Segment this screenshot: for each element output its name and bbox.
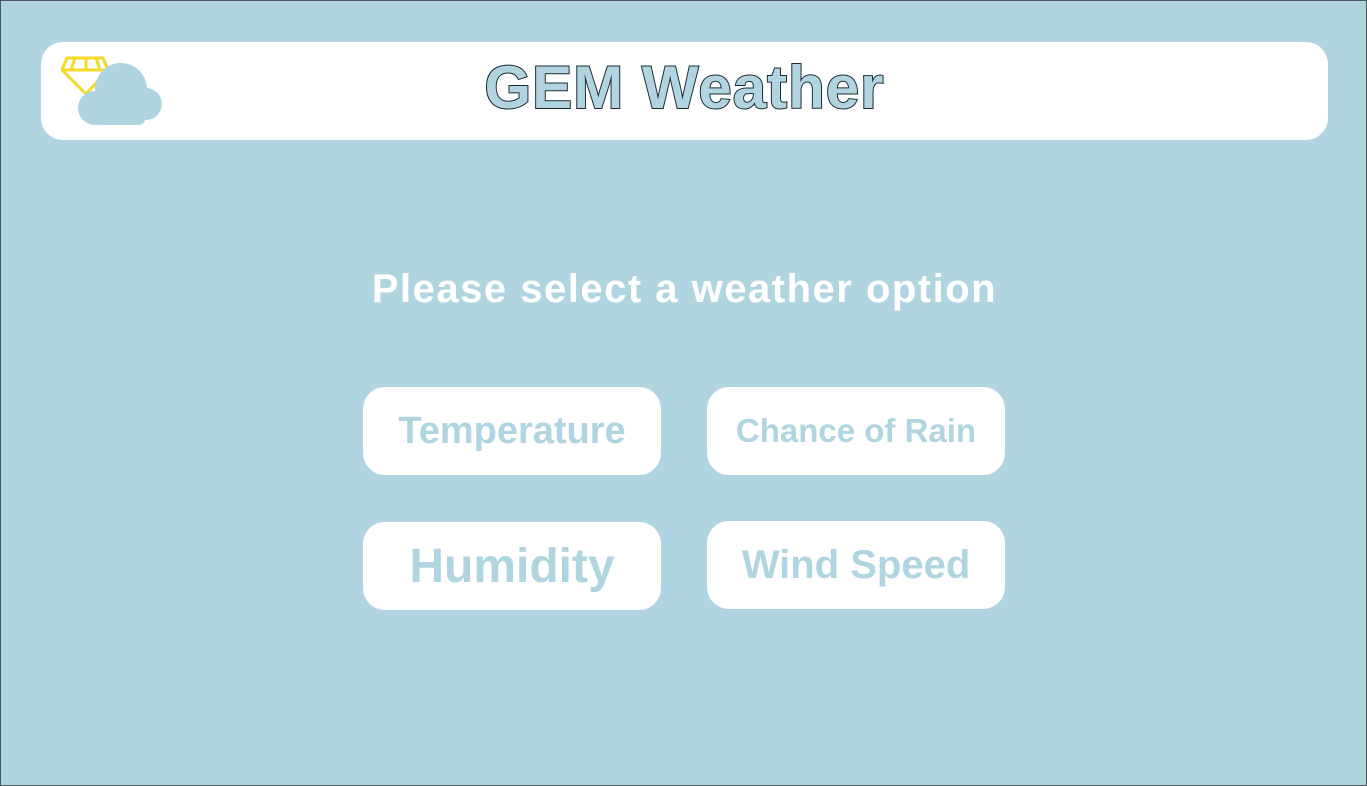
app-title: GEM Weather — [484, 54, 885, 121]
temperature-button[interactable]: Temperature — [363, 387, 661, 475]
chance-of-rain-button[interactable]: Chance of Rain — [707, 387, 1005, 475]
wind-speed-button[interactable]: Wind Speed — [707, 521, 1005, 609]
header-bar: GEM Weather — [41, 42, 1328, 140]
app-window: GEM Weather Please select a weather opti… — [0, 0, 1367, 786]
humidity-button[interactable]: Humidity — [363, 522, 661, 610]
select-option-prompt: Please select a weather option — [371, 267, 998, 311]
